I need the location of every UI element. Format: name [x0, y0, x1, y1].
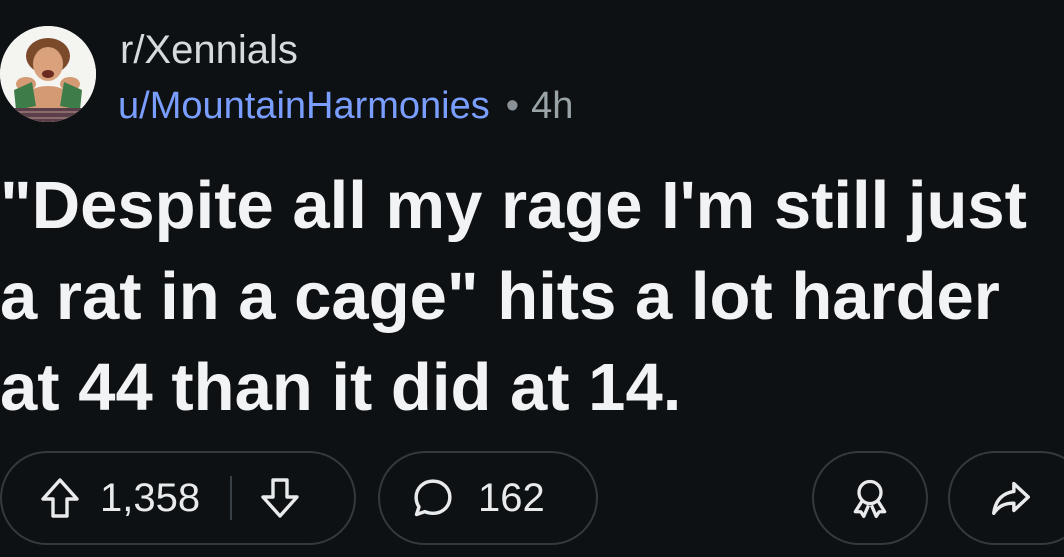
- post-title-line: "Despite all my rage I'm still just: [0, 168, 1027, 243]
- post-meta: u/MountainHarmonies • 4h: [118, 82, 573, 130]
- comments-button[interactable]: 162: [378, 451, 598, 545]
- share-button[interactable]: [948, 451, 1064, 545]
- arrow-down-icon[interactable]: [256, 474, 304, 522]
- post-title[interactable]: "Despite all my rage I'm still just a ra…: [0, 160, 1064, 433]
- subreddit-avatar[interactable]: [0, 26, 96, 122]
- meta-separator: •: [505, 85, 520, 127]
- post-title-line: a rat in a cage" hits a lot harder: [0, 259, 1000, 334]
- comment-count: 162: [478, 476, 545, 520]
- vote-divider: [230, 476, 233, 520]
- subreddit-name[interactable]: r/Xennials: [120, 26, 298, 74]
- vote-bar: 1,358: [0, 451, 356, 545]
- post-age: 4h: [531, 85, 574, 127]
- share-arrow-icon: [988, 475, 1034, 521]
- award-button[interactable]: [812, 451, 928, 545]
- speech-bubble-icon: [410, 475, 456, 521]
- arrow-up-icon[interactable]: [36, 474, 84, 522]
- post-title-line: at 44 than it did at 14.: [0, 350, 682, 425]
- vote-count: 1,358: [100, 476, 201, 520]
- author-username[interactable]: u/MountainHarmonies: [118, 85, 490, 127]
- avatar-image: [0, 26, 96, 122]
- reddit-post-card: r/Xennials u/MountainHarmonies • 4h "Despi…: [0, 0, 1064, 557]
- award-ribbon-icon: [848, 476, 892, 520]
